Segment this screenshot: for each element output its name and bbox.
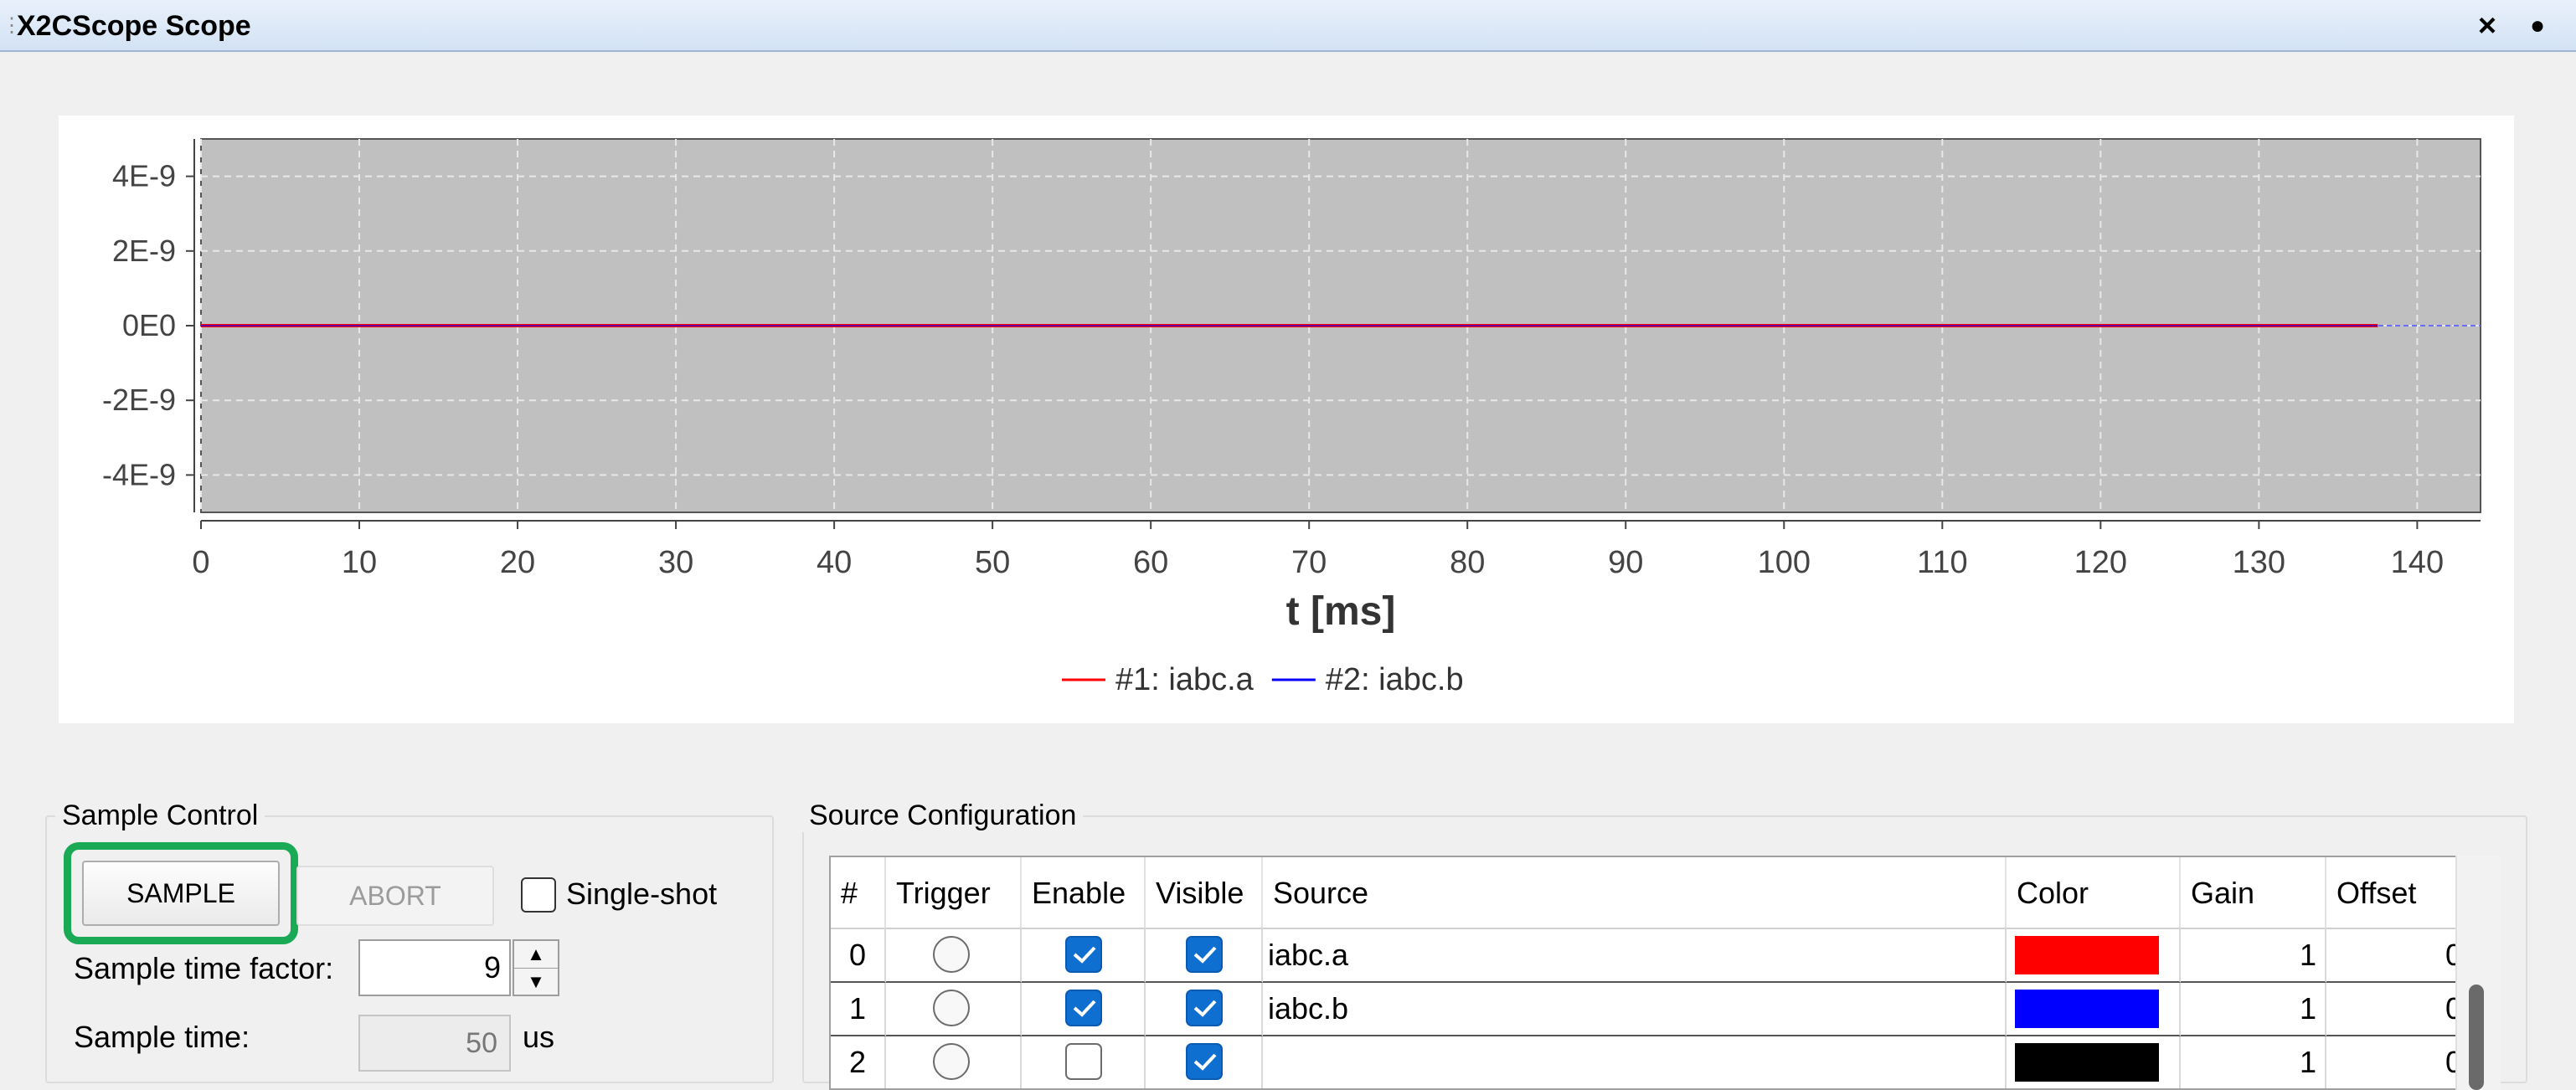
sample-time-label: Sample time: [74, 1020, 250, 1054]
column-header-index[interactable]: # [831, 857, 886, 929]
trigger-cell [886, 1036, 1022, 1088]
trigger-radio[interactable] [933, 990, 970, 1026]
trigger-radio[interactable] [933, 936, 970, 973]
offset-cell[interactable]: 0 [2326, 929, 2472, 983]
y-tick-label: 0E0 [122, 308, 176, 342]
gain-cell[interactable]: 1 [2181, 1036, 2326, 1088]
offset-cell[interactable]: 0 [2326, 983, 2472, 1036]
x-tick-label: 50 [975, 545, 1010, 580]
column-header-enable[interactable]: Enable [1022, 857, 1146, 929]
visible-checkbox[interactable] [1186, 990, 1223, 1026]
column-header-color[interactable]: Color [2007, 857, 2181, 929]
window-title: X2CScope Scope [17, 10, 251, 42]
x-tick-label: 70 [1291, 545, 1327, 580]
trigger-radio[interactable] [933, 1043, 970, 1080]
stepper-down-icon[interactable]: ▼ [514, 969, 558, 995]
sample-time-factor-label: Sample time factor: [74, 951, 334, 985]
enable-cell [1022, 983, 1146, 1036]
abort-button[interactable]: ABORT [296, 866, 494, 926]
x-tick-label: 60 [1133, 545, 1168, 580]
x-tick-label: 90 [1608, 545, 1643, 580]
x-tick-label: 20 [500, 545, 535, 580]
gain-cell[interactable]: 1 [2181, 983, 2326, 1036]
visible-cell [1146, 983, 1263, 1036]
trigger-cell [886, 983, 1022, 1036]
visible-checkbox[interactable] [1186, 1043, 1223, 1080]
x-tick-label: 0 [192, 545, 209, 580]
y-tick-label: -2E-9 [102, 383, 176, 417]
visible-cell [1146, 929, 1263, 983]
color-cell[interactable] [2007, 1036, 2181, 1088]
offset-cell[interactable]: 0 [2326, 1036, 2472, 1088]
column-header-visible[interactable]: Visible [1146, 857, 1263, 929]
column-header-source[interactable]: Source [1263, 857, 2007, 929]
table-scrollbar-thumb[interactable] [2469, 985, 2484, 1090]
sample-time-field: 50 [358, 1015, 511, 1072]
x-tick-label: 110 [1917, 545, 1968, 580]
x-axis-label: t [ms] [1286, 589, 1396, 634]
legend-label-2: #2: iabc.b [1326, 662, 1464, 697]
color-cell[interactable] [2007, 983, 2181, 1036]
column-header-offset[interactable]: Offset [2326, 857, 2472, 929]
source-table: # Trigger Enable Visible Source Color Ga… [829, 856, 2501, 1090]
close-icon[interactable]: × [2470, 8, 2504, 44]
table-row-index: 0 [831, 929, 886, 983]
enable-cell [1022, 929, 1146, 983]
stepper-up-icon[interactable]: ▲ [514, 941, 558, 969]
legend-label-1: #1: iabc.a [1115, 662, 1255, 697]
enable-cell [1022, 1036, 1146, 1088]
single-shot-label[interactable]: Single-shot [566, 874, 717, 914]
x-tick-label: 30 [658, 545, 693, 580]
y-tick-label: 4E-9 [112, 159, 176, 193]
sample-control-title: Sample Control [55, 799, 265, 832]
color-swatch[interactable] [2015, 990, 2159, 1028]
gain-cell[interactable]: 1 [2181, 929, 2326, 983]
visible-checkbox[interactable] [1186, 936, 1223, 973]
sample-time-unit: us [523, 1020, 555, 1054]
x-tick-label: 120 [2074, 545, 2127, 580]
x-tick-label: 40 [817, 545, 852, 580]
drag-grip-icon[interactable]: ⋮ [2, 10, 22, 42]
enable-checkbox[interactable] [1065, 1043, 1102, 1080]
y-tick-label: -4E-9 [102, 457, 176, 491]
column-header-trigger[interactable]: Trigger [886, 857, 1022, 929]
color-swatch[interactable] [2015, 936, 2159, 974]
source-cell[interactable]: iabc.b [1263, 983, 2007, 1036]
trigger-cell [886, 929, 1022, 983]
y-tick-label: 2E-9 [112, 234, 176, 268]
table-row-index: 2 [831, 1036, 886, 1088]
pin-icon[interactable]: ● [2521, 8, 2554, 44]
source-cell[interactable] [1263, 1036, 2007, 1088]
visible-cell [1146, 1036, 1263, 1088]
x-tick-label: 100 [1758, 545, 1811, 580]
scope-chart-panel: 4E-9 2E-9 0E0 -2E-9 -4E-9 0 10 20 30 40 50 60 70 80 90… [59, 116, 2514, 723]
x-tick-label: 10 [342, 545, 377, 580]
x-tick-label: 140 [2391, 545, 2444, 580]
scope-chart[interactable]: 4E-9 2E-9 0E0 -2E-9 -4E-9 0 10 20 30 40 50 60 70 80 90… [59, 116, 2514, 723]
color-swatch[interactable] [2015, 1043, 2159, 1082]
x-tick-label: 130 [2233, 545, 2285, 580]
x-tick-label: 80 [1450, 545, 1485, 580]
sample-time-factor-stepper[interactable]: ▲ ▼ [513, 939, 559, 996]
enable-checkbox[interactable] [1065, 990, 1102, 1026]
single-shot-checkbox[interactable] [521, 877, 556, 913]
column-header-gain[interactable]: Gain [2181, 857, 2326, 929]
source-configuration-title: Source Configuration [802, 799, 1084, 832]
source-cell[interactable]: iabc.a [1263, 929, 2007, 983]
sample-time-factor-input[interactable]: 9 [358, 939, 511, 996]
sample-button-highlight [64, 842, 298, 944]
color-cell[interactable] [2007, 929, 2181, 983]
enable-checkbox[interactable] [1065, 936, 1102, 973]
table-row-index: 1 [831, 983, 886, 1036]
window-title-bar [0, 0, 2576, 52]
